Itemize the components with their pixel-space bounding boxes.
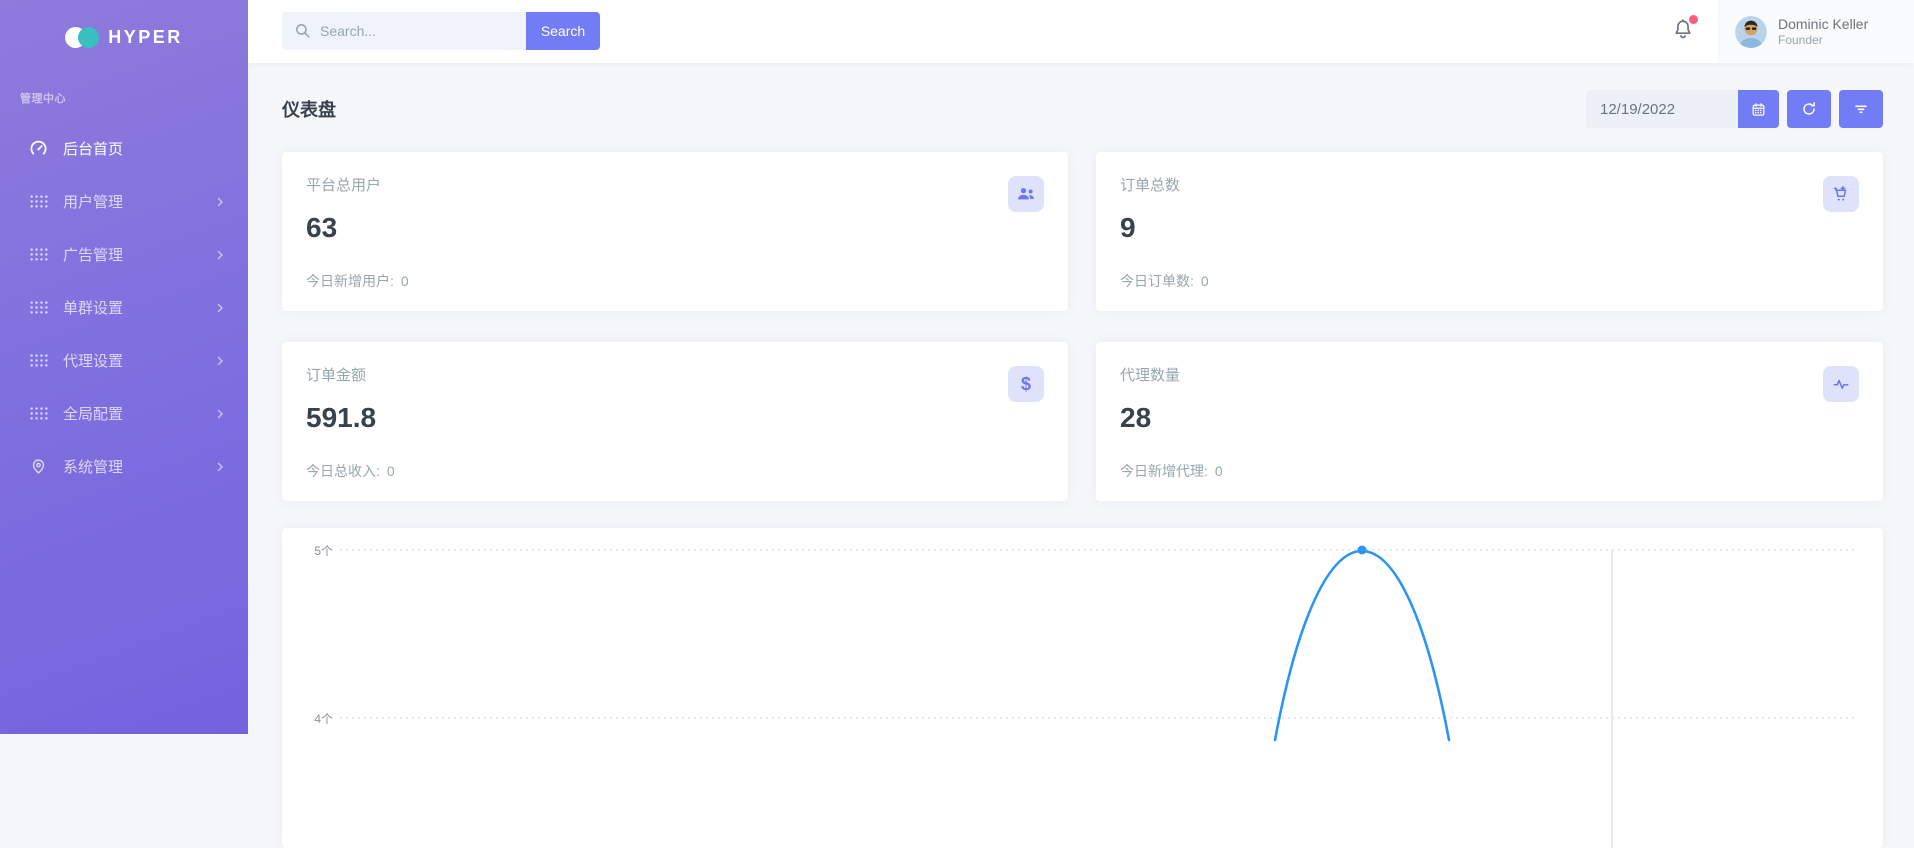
chevron-right-icon — [214, 249, 226, 261]
sidebar-section-label: 管理中心 — [20, 90, 248, 106]
main-content: 仪表盘 — [248, 63, 1914, 734]
users-icon — [1008, 176, 1044, 212]
chart-card: 5个 4个 — [282, 528, 1883, 848]
sidebar-item-label: 全局配置 — [63, 403, 214, 424]
filter-button[interactable] — [1839, 90, 1883, 128]
date-picker-group — [1586, 90, 1779, 128]
sidebar-item-label: 用户管理 — [63, 191, 214, 212]
dollar-icon: $ — [1008, 366, 1044, 402]
chevron-right-icon — [214, 355, 226, 367]
stat-card-title: 代理数量 — [1120, 364, 1859, 385]
filter-icon — [1853, 101, 1869, 117]
stat-card-footer: 今日订单数: 0 — [1120, 271, 1209, 291]
chevron-right-icon — [214, 408, 226, 420]
stat-card-total-orders: 订单总数 9 今日订单数: 0 — [1096, 152, 1883, 311]
page-header-controls — [1586, 90, 1883, 128]
calendar-button[interactable] — [1738, 90, 1779, 128]
line-chart — [282, 528, 1883, 848]
sidebar-item-label: 后台首页 — [63, 138, 226, 159]
stat-footer-value: 0 — [1201, 273, 1209, 289]
sidebar-item-global-config[interactable]: 全局配置 — [0, 387, 248, 440]
sidebar-item-label: 广告管理 — [63, 244, 214, 265]
stat-card-value: 9 — [1120, 212, 1859, 244]
grid-icon — [29, 404, 48, 423]
page-header: 仪表盘 — [282, 90, 1883, 128]
avatar — [1735, 16, 1767, 48]
refresh-icon — [1801, 101, 1817, 117]
stat-footer-value: 0 — [387, 463, 395, 479]
search-group: Search — [282, 12, 600, 50]
sidebar-item-label: 系统管理 — [63, 456, 214, 477]
search-button[interactable]: Search — [526, 12, 600, 50]
cart-plus-icon — [1823, 176, 1859, 212]
sidebar-item-user-management[interactable]: 用户管理 — [0, 175, 248, 228]
series-line — [1275, 551, 1449, 740]
topbar: Search Dominic Ke — [248, 0, 1914, 63]
stat-card-total-users: 平台总用户 63 今日新增用户: 0 — [282, 152, 1068, 311]
stat-card-value: 591.8 — [306, 402, 1044, 434]
user-role: Founder — [1778, 33, 1868, 47]
stat-footer-label: 今日订单数: — [1120, 273, 1194, 289]
sidebar-item-system-management[interactable]: 系统管理 — [0, 440, 248, 493]
map-pin-icon — [29, 457, 48, 476]
stat-card-title: 订单金额 — [306, 364, 1044, 385]
stat-card-title: 订单总数 — [1120, 174, 1859, 195]
grid-icon — [29, 351, 48, 370]
stat-footer-value: 0 — [1215, 463, 1223, 479]
stat-card-footer: 今日新增代理: 0 — [1120, 461, 1223, 481]
stat-card-footer: 今日新增用户: 0 — [306, 271, 409, 291]
search-icon — [294, 22, 311, 44]
chevron-right-icon — [214, 302, 226, 314]
stat-footer-label: 今日新增代理: — [1120, 463, 1208, 479]
notification-bell-button[interactable] — [1672, 17, 1698, 45]
search-input[interactable] — [282, 12, 526, 50]
grid-icon — [29, 298, 48, 317]
chevron-right-icon — [214, 196, 226, 208]
page-title: 仪表盘 — [282, 96, 336, 122]
sidebar-item-dashboard-home[interactable]: 后台首页 — [0, 122, 248, 175]
notification-unread-dot — [1689, 15, 1698, 24]
sidebar-item-ad-management[interactable]: 广告管理 — [0, 228, 248, 281]
grid-icon — [29, 245, 48, 264]
series-point-marker — [1358, 546, 1367, 555]
stat-card-title: 平台总用户 — [306, 174, 1044, 195]
user-name: Dominic Keller — [1778, 16, 1868, 33]
sidebar-item-agent-settings[interactable]: 代理设置 — [0, 334, 248, 387]
brand-name: HYPER — [108, 27, 183, 48]
stat-card-value: 63 — [306, 212, 1044, 244]
stat-footer-label: 今日新增用户: — [306, 273, 394, 289]
grid-icon — [29, 192, 48, 211]
refresh-button[interactable] — [1787, 90, 1831, 128]
user-menu[interactable]: Dominic Keller Founder — [1718, 0, 1914, 63]
sidebar-menu: 后台首页 用户管理 — [0, 122, 248, 493]
calendar-icon — [1751, 102, 1766, 117]
dashboard-icon — [29, 139, 48, 158]
stat-card-agent-count: 代理数量 28 今日新增代理: 0 — [1096, 342, 1883, 501]
sidebar-item-label: 代理设置 — [63, 350, 214, 371]
stat-footer-label: 今日总收入: — [306, 463, 380, 479]
sidebar: HYPER 管理中心 后台首页 — [0, 0, 248, 734]
chevron-right-icon — [214, 461, 226, 473]
sidebar-item-label: 单群设置 — [63, 297, 214, 318]
stat-cards-grid: 平台总用户 63 今日新增用户: 0 订单总数 9 今日订单数: 0 — [282, 152, 1883, 501]
date-input[interactable] — [1586, 90, 1738, 128]
stat-card-footer: 今日总收入: 0 — [306, 461, 395, 481]
stat-card-order-amount: $ 订单金额 591.8 今日总收入: 0 — [282, 342, 1068, 501]
activity-icon — [1823, 366, 1859, 402]
stat-card-value: 28 — [1120, 402, 1859, 434]
stat-footer-value: 0 — [401, 273, 409, 289]
brand-logo[interactable]: HYPER — [0, 0, 248, 60]
sidebar-item-group-settings[interactable]: 单群设置 — [0, 281, 248, 334]
brand-logo-icon — [65, 27, 99, 48]
